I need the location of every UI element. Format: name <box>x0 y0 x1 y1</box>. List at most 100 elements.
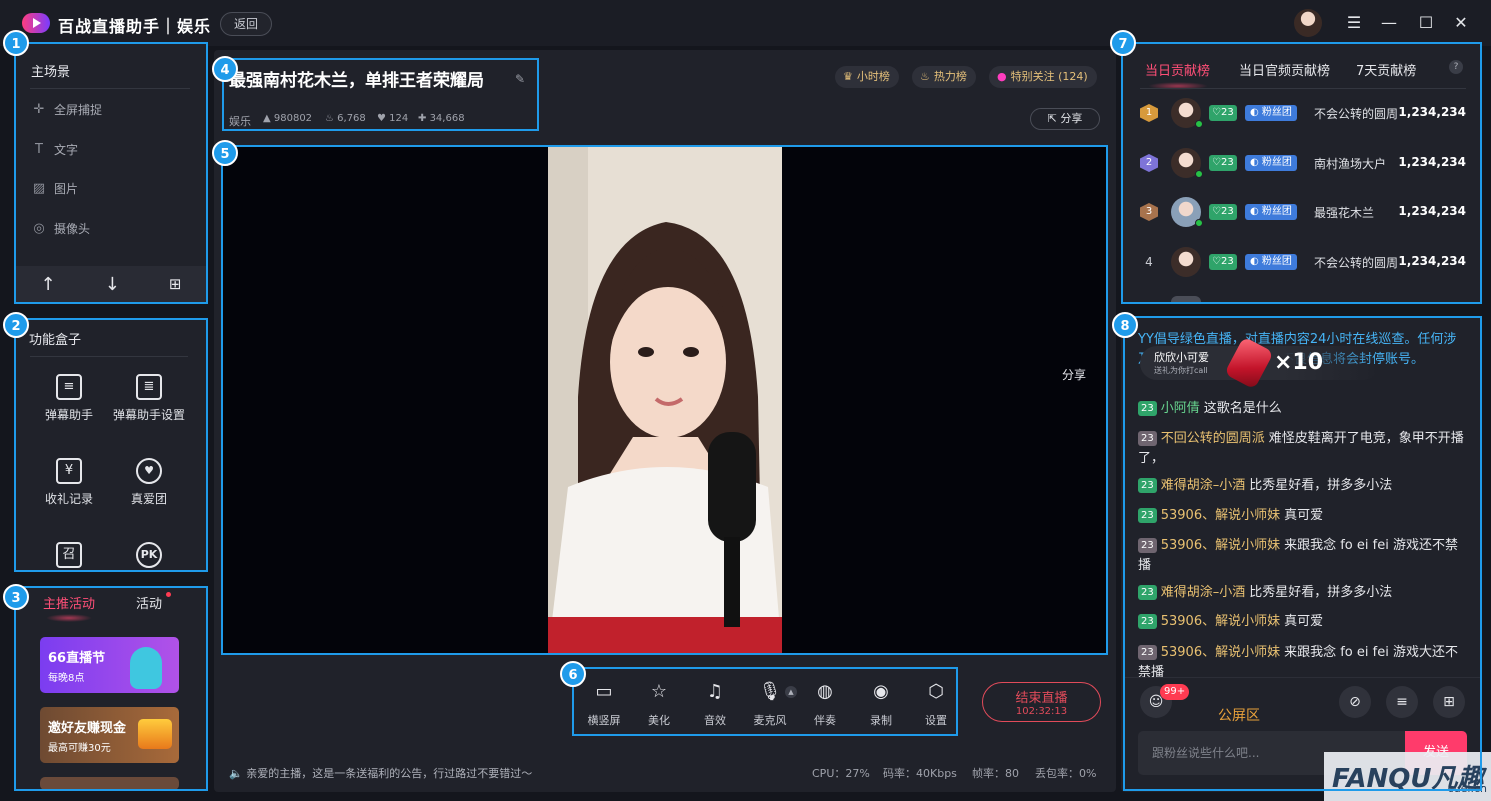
fan-icon: ◐ <box>1250 157 1262 168</box>
watermark-logo: FANQU凡趣 cuel.cn <box>1324 752 1491 801</box>
streamer-image <box>548 147 782 654</box>
end-live-button[interactable]: 结束直播 102:32:13 <box>982 682 1101 722</box>
chat-message: 23 难得胡涂–小酒 比秀星好看，拼多多小法 <box>1138 583 1468 603</box>
scene-item-camera[interactable]: ◎ 摄像头 <box>32 220 90 237</box>
gift-icon[interactable]: ⊞ <box>1433 686 1465 718</box>
chat-user: 难得胡涂–小酒 <box>1160 478 1246 493</box>
special-follow-pill[interactable]: ● 特别关注 (124) <box>989 66 1097 88</box>
accompaniment-button[interactable]: ◍ 伴奏 <box>800 681 850 728</box>
chat-text: 真可爱 <box>1284 614 1324 629</box>
help-icon[interactable]: ? <box>1449 60 1463 74</box>
rank-badge: 2 <box>1140 154 1158 172</box>
settings-button[interactable]: ⬡ 设置 <box>911 681 961 728</box>
settings-icon: ⬡ <box>928 681 944 702</box>
chat-user: 53906、解说小师妹 <box>1160 508 1281 523</box>
edit-icon[interactable]: ✎ <box>515 72 525 86</box>
summon-icon: 召 <box>56 542 82 568</box>
chat-user: 53906、解说小师妹 <box>1160 645 1281 660</box>
hourly-rank-pill[interactable]: ♛ 小时榜 <box>835 66 899 88</box>
clear-chat-icon[interactable]: ≡ <box>1386 686 1418 718</box>
chat-text: 真可爱 <box>1284 508 1324 523</box>
shield-icon: ♡ <box>1212 256 1221 267</box>
app-title: 百战直播助手｜娱乐 <box>58 17 212 36</box>
level-badge: ♡23 <box>1209 204 1237 220</box>
video-share-label[interactable]: 分享 <box>1062 366 1086 383</box>
flame-icon: ♨ <box>920 70 930 83</box>
banner-title: 66直播节 <box>48 651 106 666</box>
scene-item-label: 摄像头 <box>54 222 91 236</box>
danmu-settings-button[interactable]: ≣ 弹幕助手设置 <box>104 374 194 423</box>
tab-7day-contribution[interactable]: 7天贡献榜 <box>1356 60 1416 79</box>
share-icon: ⇱ <box>1047 112 1061 125</box>
banner-subtitle: 每晚8点 <box>48 673 85 684</box>
menu-icon[interactable]: ☰ <box>1343 12 1365 34</box>
maximize-icon[interactable]: ☐ <box>1415 12 1437 34</box>
true-love-group-button[interactable]: ♥ 真爱团 <box>104 458 194 507</box>
annotation-badge: 5 <box>212 140 238 166</box>
fire-icon: ▲ <box>263 113 274 124</box>
gift-record-button[interactable]: ¥ 收礼记录 <box>24 458 114 507</box>
share-button[interactable]: ⇱ 分享 <box>1030 108 1100 130</box>
block-words-icon[interactable]: ⊘ <box>1339 686 1371 718</box>
rank-user-name: 南村渔场大户 <box>1314 157 1387 171</box>
fan-icon: ◐ <box>1250 107 1262 118</box>
tab-daily-contribution[interactable]: 当日贡献榜 <box>1145 60 1210 79</box>
banner-live-festival[interactable]: 66直播节 每晚8点 <box>40 637 179 693</box>
public-chat-label[interactable]: 公屏区 <box>1218 705 1260 725</box>
tab-featured-activity[interactable]: 主推活动 <box>43 593 95 612</box>
banner-invite-friends[interactable]: 邀好友赚现金 最高可赚30元 <box>40 707 179 763</box>
add-folder-icon[interactable]: ⊞ <box>169 275 182 293</box>
minimize-icon[interactable]: — <box>1378 12 1400 34</box>
user-avatar[interactable] <box>1294 9 1322 37</box>
beauty-button[interactable]: ☆ 美化 <box>634 681 684 728</box>
chat-user: 53906、解说小师妹 <box>1160 538 1281 553</box>
mascot-image <box>130 647 162 689</box>
flame-icon: ♨ <box>325 113 338 124</box>
chat-message: 23 53906、解说小师妹 真可爱 <box>1138 612 1468 632</box>
rank-row[interactable]: 3 ♡23 ◐ 粉丝团 最强花木兰 1,234,234 <box>1140 197 1470 227</box>
tab-daily-official-contribution[interactable]: 当日官频贡献榜 <box>1239 60 1330 79</box>
fans-club-badge: ◐ 粉丝团 <box>1245 105 1297 121</box>
crosshair-icon: ✛ <box>33 101 45 117</box>
banner-more[interactable] <box>40 777 179 790</box>
rank-row[interactable]: 2 ♡23 ◐ 粉丝团 南村渔场大户 1,234,234 <box>1140 148 1470 178</box>
chat-message: 23 小阿倩 这歌名是什么 <box>1138 399 1468 419</box>
danmu-settings-icon: ≣ <box>136 374 162 400</box>
scene-item-fullscreen[interactable]: ✛ 全屏捕捉 <box>32 101 102 118</box>
scene-item-image[interactable]: ▨ 图片 <box>32 180 78 197</box>
back-button[interactable]: 返回 <box>220 12 273 36</box>
sound-effect-button[interactable]: ♫ 音效 <box>690 681 740 728</box>
level-badge: 23 <box>1138 585 1157 600</box>
chat-user: 难得胡涂–小酒 <box>1160 585 1246 600</box>
tab-underline <box>46 614 92 622</box>
scene-item-text[interactable]: T 文字 <box>32 141 78 158</box>
arrow-down-icon[interactable]: ↓ <box>105 274 120 295</box>
arrow-up-icon[interactable]: ↑ <box>41 274 56 295</box>
online-dot <box>1195 120 1203 128</box>
tab-activity[interactable]: 活动 <box>136 593 162 612</box>
avatar <box>1171 296 1201 302</box>
fan-icon: ◐ <box>1250 206 1262 217</box>
close-icon[interactable]: ✕ <box>1450 12 1472 34</box>
video-stream-frame <box>548 147 782 654</box>
heat-rank-pill[interactable]: ♨ 热力榜 <box>912 66 976 88</box>
rank-row[interactable]: 4 ♡23 ◐ 粉丝团 不会公转的圆周 1,234,234 <box>1140 247 1470 277</box>
chevron-up-icon[interactable]: ▲ <box>785 686 797 698</box>
rotate-screen-button[interactable]: ▭ 横竖屏 <box>579 681 629 728</box>
chat-message: 23 不回公转的圆周派 难怪皮鞋离开了电竞，象甲不开播了， <box>1138 429 1468 469</box>
rank-score: 1,234,234 <box>1398 204 1466 218</box>
chat-user: 小阿倩 <box>1160 401 1200 416</box>
func-label: 弹幕助手 <box>44 408 93 422</box>
rank-user-name: 最强花木兰 <box>1314 206 1375 220</box>
gift-count: ×10 <box>1274 350 1324 375</box>
danmu-assistant-button[interactable]: ≡ 弹幕助手 <box>24 374 114 423</box>
record-button[interactable]: ◉ 录制 <box>856 681 906 728</box>
unread-count-badge: 99+ <box>1160 684 1190 700</box>
func-label: 收礼记录 <box>44 492 93 506</box>
rank-row[interactable]: 1 ♡23 ◐ 粉丝团 不会公转的圆周 1,234,234 <box>1140 98 1470 128</box>
annotation-badge: 7 <box>1110 30 1136 56</box>
level-badge: ♡23 <box>1209 155 1237 171</box>
divider <box>1140 88 1466 89</box>
annotation-badge: 1 <box>3 30 29 56</box>
level-badge: 23 <box>1138 538 1157 553</box>
